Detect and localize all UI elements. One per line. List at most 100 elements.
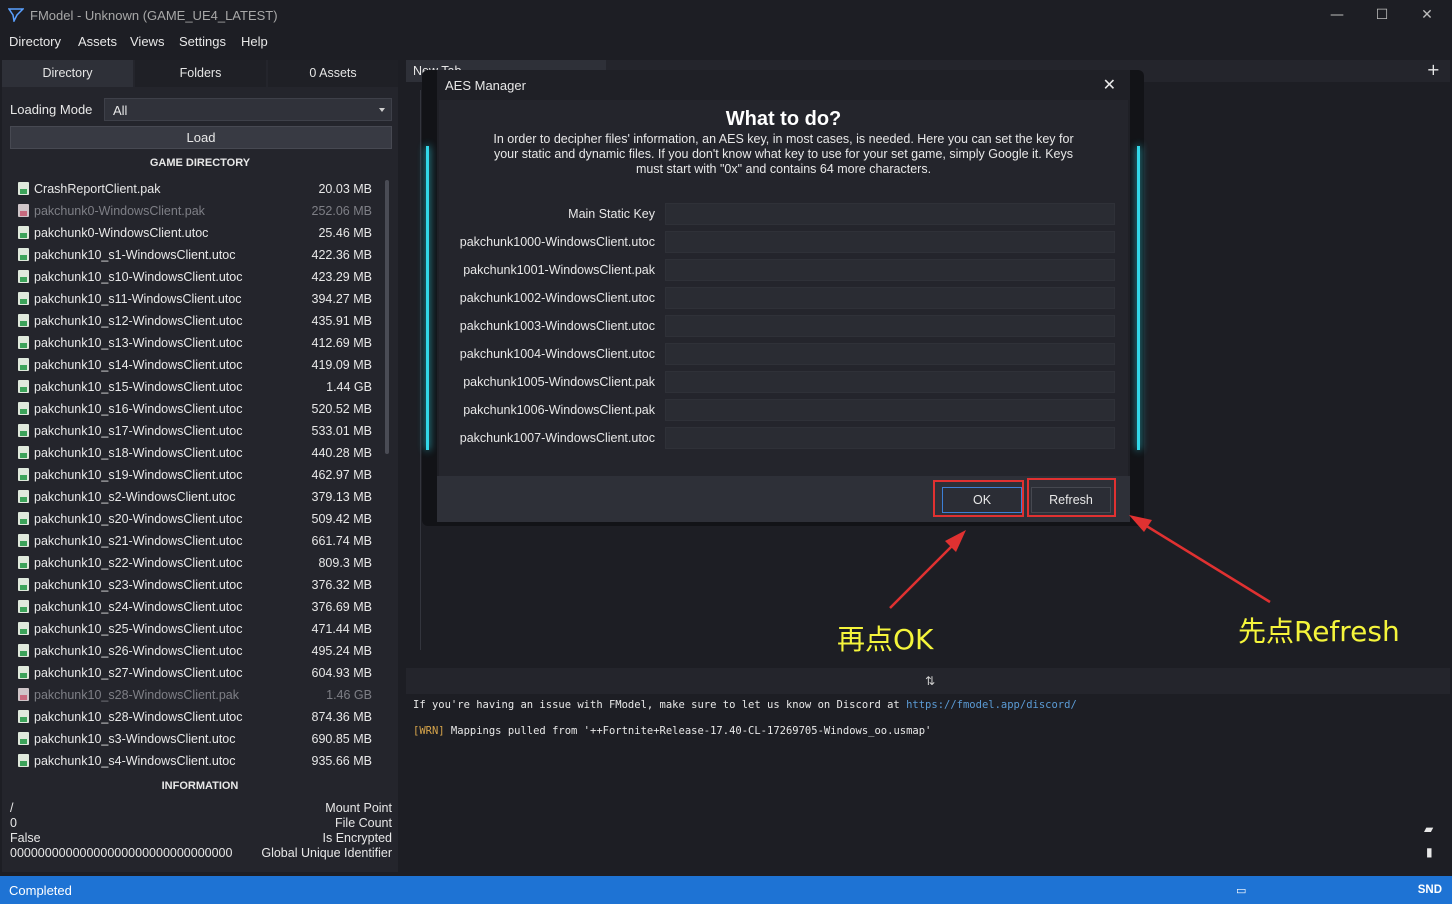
file-size: 520.52 MB [311, 402, 372, 416]
key-input[interactable] [665, 315, 1115, 337]
file-icon [18, 754, 29, 767]
key-input[interactable] [665, 203, 1115, 225]
file-row[interactable]: pakchunk10_s22-WindowsClient.utoc 809.3 M… [10, 552, 382, 574]
file-row[interactable]: pakchunk10_s28-WindowsClient.pak 1.46 GB [10, 684, 382, 706]
swap-vertical-icon[interactable]: ⇅ [925, 674, 935, 688]
menu-bar: Directory Assets Views Settings Help [0, 30, 1452, 54]
file-row[interactable]: pakchunk10_s18-WindowsClient.utoc 440.28 … [10, 442, 382, 464]
dialog-glow-left [426, 146, 429, 450]
file-row[interactable]: pakchunk10_s11-WindowsClient.utoc 394.27 … [10, 288, 382, 310]
file-row[interactable]: CrashReportClient.pak 20.03 MB [10, 178, 382, 200]
file-icon [18, 600, 29, 613]
info-key: Is Encrypted [322, 831, 392, 845]
left-panel: Directory Folders 0 Assets Loading Mode … [2, 60, 398, 872]
key-label: pakchunk1007-WindowsClient.utoc [459, 431, 655, 445]
key-input[interactable] [665, 259, 1115, 281]
file-icon [18, 688, 29, 701]
file-list-scrollbar[interactable] [385, 180, 389, 454]
file-icon [18, 226, 29, 239]
file-size: 661.74 MB [311, 534, 372, 548]
key-label: pakchunk1005-WindowsClient.pak [463, 375, 655, 389]
file-name: pakchunk10_s28-WindowsClient.utoc [34, 710, 243, 724]
key-input[interactable] [665, 427, 1115, 449]
file-row[interactable]: pakchunk10_s21-WindowsClient.utoc 661.74 … [10, 530, 382, 552]
tab-folders[interactable]: Folders [135, 60, 266, 87]
file-row[interactable]: pakchunk10_s27-WindowsClient.utoc 604.93 … [10, 662, 382, 684]
key-row: Main Static Key [437, 203, 1130, 227]
discord-link[interactable]: https://fmodel.app/discord/ [906, 699, 1077, 711]
file-row[interactable]: pakchunk10_s26-WindowsClient.utoc 495.24 … [10, 640, 382, 662]
file-row[interactable]: pakchunk0-WindowsClient.pak 252.06 MB [10, 200, 382, 222]
file-icon [18, 358, 29, 371]
key-row: pakchunk1002-WindowsClient.utoc [437, 287, 1130, 311]
file-row[interactable]: pakchunk10_s24-WindowsClient.utoc 376.69 … [10, 596, 382, 618]
file-row[interactable]: pakchunk10_s15-WindowsClient.utoc 1.44 GB [10, 376, 382, 398]
key-input[interactable] [665, 399, 1115, 421]
file-icon [18, 666, 29, 679]
key-label: pakchunk1004-WindowsClient.utoc [459, 347, 655, 361]
file-icon [18, 512, 29, 525]
key-row: pakchunk1007-WindowsClient.utoc [437, 427, 1130, 451]
file-row[interactable]: pakchunk0-WindowsClient.utoc 25.46 MB [10, 222, 382, 244]
key-input[interactable] [665, 371, 1115, 393]
tab-assets[interactable]: 0 Assets [268, 60, 398, 87]
info-value: False [10, 831, 41, 845]
file-name: pakchunk0-WindowsClient.pak [34, 204, 205, 218]
close-icon[interactable]: ✕ [1103, 75, 1116, 94]
key-label: pakchunk1003-WindowsClient.utoc [459, 319, 655, 333]
file-row[interactable]: pakchunk10_s12-WindowsClient.utoc 435.91 … [10, 310, 382, 332]
tab-directory[interactable]: Directory [2, 60, 133, 87]
left-tabs: Directory Folders 0 Assets [2, 60, 398, 87]
file-row[interactable]: pakchunk10_s3-WindowsClient.utoc 690.85 M… [10, 728, 382, 750]
file-icon [18, 248, 29, 261]
file-size: 690.85 MB [311, 732, 372, 746]
file-row[interactable]: pakchunk10_s14-WindowsClient.utoc 419.09 … [10, 354, 382, 376]
file-row[interactable]: pakchunk10_s1-WindowsClient.utoc 422.36 M… [10, 244, 382, 266]
file-row[interactable]: pakchunk10_s13-WindowsClient.utoc 412.69 … [10, 332, 382, 354]
splitter[interactable]: ⇅ [406, 668, 1450, 694]
file-row[interactable]: pakchunk10_s2-WindowsClient.utoc 379.13 M… [10, 486, 382, 508]
file-row[interactable]: pakchunk10_s4-WindowsClient.utoc 935.66 M… [10, 750, 382, 772]
file-row[interactable]: pakchunk10_s20-WindowsClient.utoc 509.42 … [10, 508, 382, 530]
trash-icon[interactable]: ▮ [1426, 845, 1433, 859]
file-size: 604.93 MB [311, 666, 372, 680]
file-name: pakchunk10_s20-WindowsClient.utoc [34, 512, 243, 526]
file-row[interactable]: pakchunk10_s19-WindowsClient.utoc 462.97 … [10, 464, 382, 486]
file-list: CrashReportClient.pak 20.03 MB pakchunk0-W… [10, 178, 382, 772]
file-size: 423.29 MB [311, 270, 372, 284]
menu-help[interactable]: Help [241, 34, 268, 49]
dialog-title: AES Manager [445, 78, 526, 93]
folder-icon[interactable]: ▰ [1424, 822, 1433, 836]
info-value: 00000000000000000000000000000000 [10, 846, 233, 860]
file-row[interactable]: pakchunk10_s23-WindowsClient.utoc 376.32 … [10, 574, 382, 596]
status-right-label: SND [1417, 884, 1442, 896]
info-row-guid: 00000000000000000000000000000000 Global … [10, 846, 392, 861]
file-icon [18, 380, 29, 393]
loading-mode-select[interactable]: All [104, 98, 392, 121]
file-name: CrashReportClient.pak [34, 182, 161, 196]
file-name: pakchunk10_s13-WindowsClient.utoc [34, 336, 243, 350]
menu-assets[interactable]: Assets [78, 34, 117, 49]
add-tab-icon[interactable]: + [1427, 60, 1440, 79]
key-row: pakchunk1006-WindowsClient.pak [437, 399, 1130, 423]
file-row[interactable]: pakchunk10_s28-WindowsClient.utoc 874.36 … [10, 706, 382, 728]
file-row[interactable]: pakchunk10_s10-WindowsClient.utoc 423.29 … [10, 266, 382, 288]
console-line: [WRN] Mappings pulled from '++Fortnite+R… [413, 725, 931, 737]
key-label: pakchunk1002-WindowsClient.utoc [459, 291, 655, 305]
key-input[interactable] [665, 343, 1115, 365]
minimize-button[interactable]: — [1322, 4, 1352, 26]
menu-views[interactable]: Views [130, 34, 164, 49]
maximize-button[interactable]: ☐ [1367, 4, 1397, 26]
warn-tag: [WRN] [413, 725, 445, 737]
menu-directory[interactable]: Directory [9, 34, 61, 49]
close-window-button[interactable]: ✕ [1412, 4, 1442, 26]
file-row[interactable]: pakchunk10_s25-WindowsClient.utoc 471.44 … [10, 618, 382, 640]
load-button[interactable]: Load [10, 126, 392, 149]
file-size: 440.28 MB [311, 446, 372, 460]
key-input[interactable] [665, 287, 1115, 309]
key-input[interactable] [665, 231, 1115, 253]
file-row[interactable]: pakchunk10_s16-WindowsClient.utoc 520.52 … [10, 398, 382, 420]
menu-settings[interactable]: Settings [179, 34, 226, 49]
file-name: pakchunk10_s3-WindowsClient.utoc [34, 732, 236, 746]
file-row[interactable]: pakchunk10_s17-WindowsClient.utoc 533.01 … [10, 420, 382, 442]
